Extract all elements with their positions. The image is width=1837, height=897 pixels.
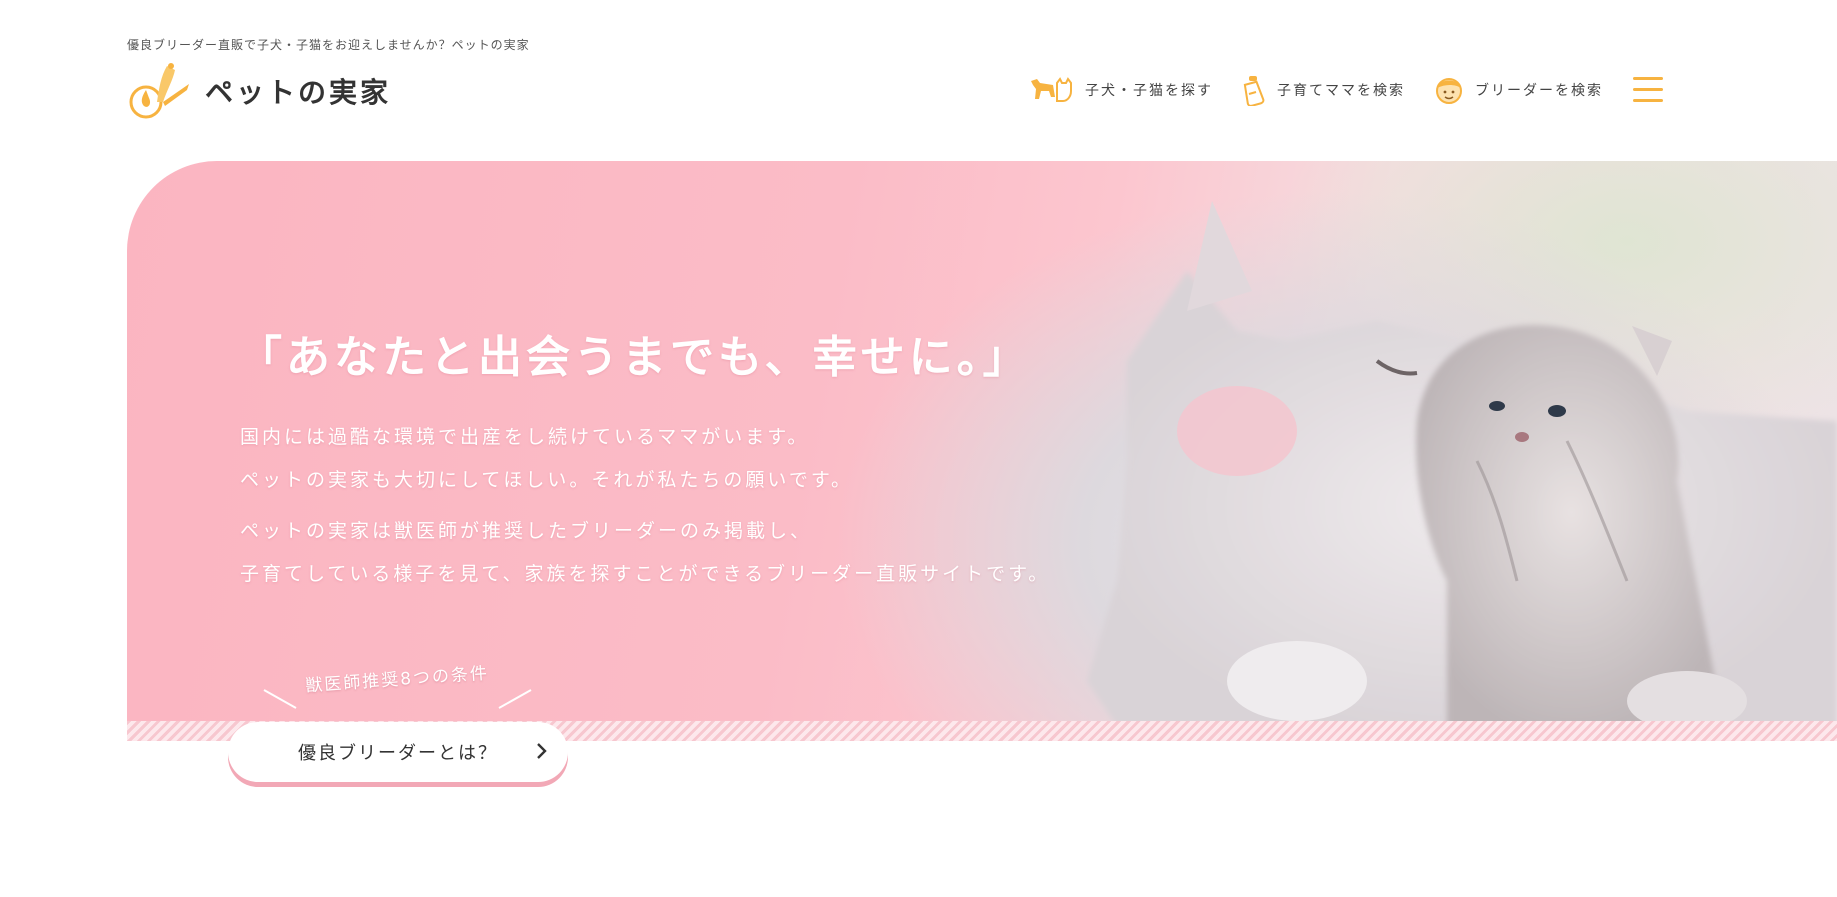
hero-line: 国内には過酷な環境で出産をし続けているママがいます。 <box>240 426 810 448</box>
hero-line: ペットの実家は獣医師が推奨したブリーダーのみ掲載し、 <box>240 520 813 542</box>
badge-slash-right-icon <box>498 689 532 709</box>
hero-banner: 「あなたと出会うまでも、幸せに。」 国内には過酷な環境で出産をし続けているママが… <box>127 161 1837 741</box>
baby-bottle-icon <box>1243 76 1265 106</box>
hero-line: ペットの実家も大切にしてほしい。それが私たちの願いです。 <box>240 469 853 491</box>
breeder-face-icon <box>1436 78 1462 104</box>
nav-search-puppies-kittens[interactable]: 子犬・子猫を探す <box>1029 75 1213 105</box>
site-tagline: 優良ブリーダー直販で子犬・子猫をお迎えしませんか？ペットの実家 <box>127 38 530 52</box>
about-good-breeders-button[interactable]: 優良ブリーダーとは？ <box>228 722 568 782</box>
header-nav: 子犬・子猫を探す 子育てママを検索 ブリーダーを検索 <box>1001 74 1663 106</box>
hamburger-menu-icon[interactable] <box>1633 77 1663 103</box>
badge-slash-left-icon <box>263 689 297 709</box>
hero-title: 「あなたと出会うまでも、幸せに。」 <box>238 332 1031 383</box>
dog-cat-icon <box>1031 77 1072 102</box>
logo-text: ペットの実家 <box>205 76 392 109</box>
hero-paragraph-1: 国内には過酷な環境で出産をし続けているママがいます。 ペットの実家も大切にしてほ… <box>240 416 853 502</box>
hero-line: 子育てしている様子を見て、家族を探すことができるブリーダー直販サイトです。 <box>240 563 1051 585</box>
nav-label: 子犬・子猫を探す <box>1085 83 1213 99</box>
nav-search-mother[interactable]: 子育てママを検索 <box>1241 74 1405 106</box>
site-logo[interactable]: ペットの実家 <box>127 62 391 120</box>
cta-label: 優良ブリーダーとは？ <box>298 743 498 764</box>
chevron-right-icon <box>537 743 547 759</box>
nav-label: 子育てママを検索 <box>1277 83 1405 99</box>
nav-label: ブリーダーを検索 <box>1475 83 1603 99</box>
nav-search-breeder[interactable]: ブリーダーを検索 <box>1433 74 1603 106</box>
stork-logo-icon <box>129 63 189 119</box>
hero-paragraph-2: ペットの実家は獣医師が推奨したブリーダーのみ掲載し、 子育てしている様子を見て、… <box>240 510 1050 596</box>
